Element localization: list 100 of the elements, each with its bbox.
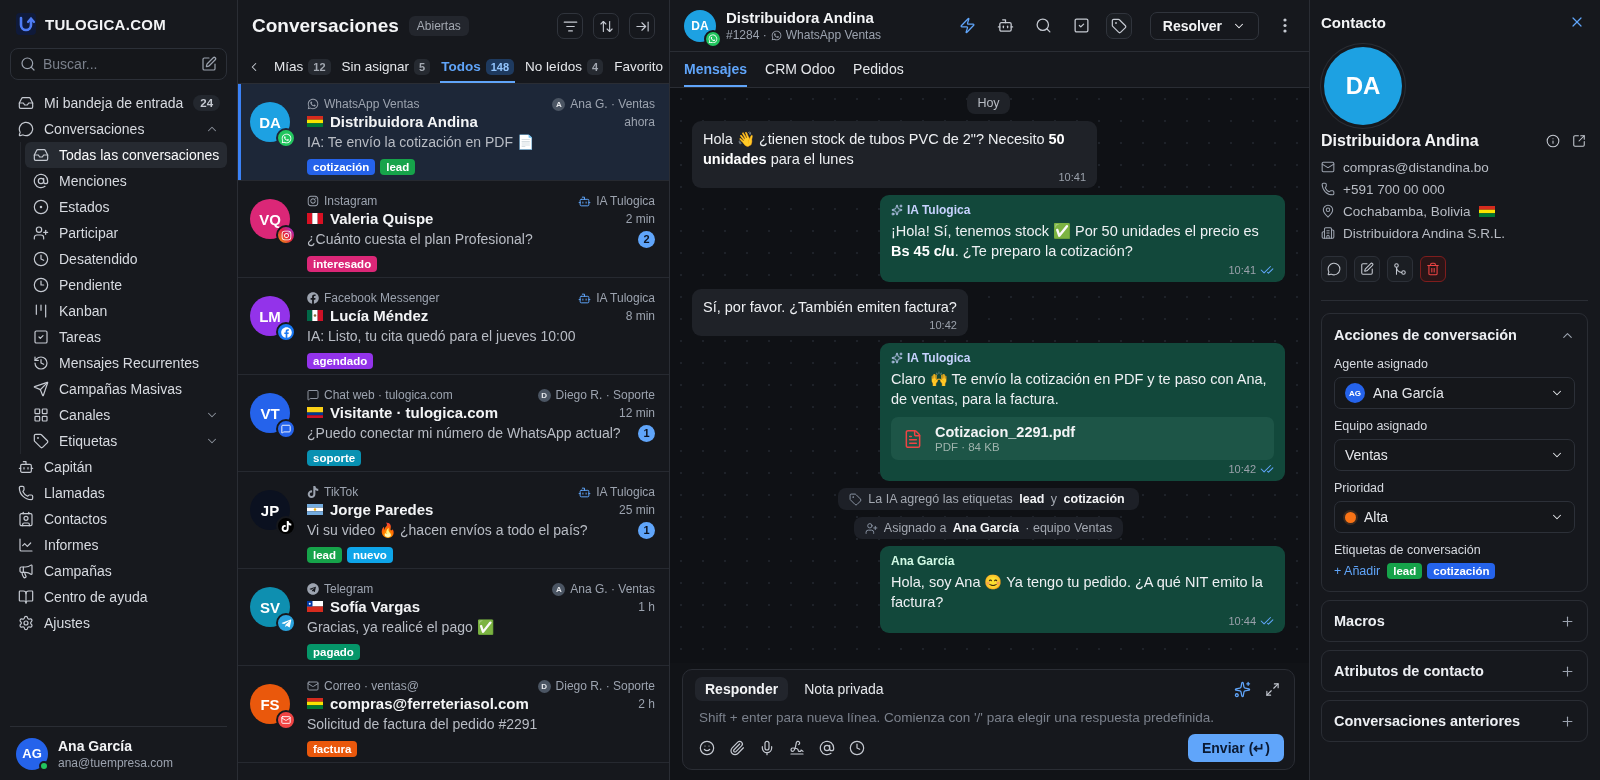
assignee-label: IA Tulogica (596, 485, 655, 499)
sidebar-item[interactable]: Estados (25, 194, 227, 220)
edit-button[interactable] (1354, 256, 1380, 282)
sort-button[interactable] (593, 13, 619, 39)
whatsapp-icon (307, 98, 319, 110)
mail-icon (1321, 160, 1335, 174)
filter-tab[interactable]: Sin asignar 5 (340, 52, 432, 83)
sidebar-item[interactable]: Llamadas (10, 480, 227, 506)
message-time: 10:42 (929, 319, 957, 331)
chat-tab[interactable]: CRM Odoo (765, 52, 836, 87)
sidebar-item[interactable]: Canales (25, 402, 227, 428)
channel-label: WhatsApp Ventas (324, 97, 420, 111)
chat-bubble-icon (307, 389, 319, 401)
conversation-title: Distribuidora Andina (726, 9, 875, 26)
inbox-icon (18, 95, 34, 111)
filter-tab[interactable]: Favorito (613, 52, 664, 83)
chat-bubble-icon (276, 419, 296, 439)
message-preview: ¿Cuánto cuesta el plan Profesional? (307, 231, 533, 247)
sidebar-item[interactable]: Desatendido (25, 246, 227, 272)
sidebar-item[interactable]: Kanban (25, 298, 227, 324)
composer-tab[interactable]: Nota privada (794, 677, 894, 701)
whatsapp-icon (276, 128, 296, 148)
open-external-button[interactable] (1570, 132, 1588, 150)
flag-icon (307, 601, 323, 612)
contact-name: Valeria Quispe (330, 210, 434, 227)
map-pin-icon (1321, 204, 1335, 218)
sidebar-item[interactable]: Tareas (25, 324, 227, 350)
search-field[interactable]: Buscar... (10, 48, 227, 80)
filter-button[interactable] (557, 13, 583, 39)
agent-avatar: D (537, 388, 551, 402)
send-button[interactable]: Enviar (↵) (1188, 734, 1284, 762)
conversation-item[interactable]: SV Telegram A Ana G. · Ventas Sofía Vargas 1 h Gracias, ya realicé el pago ✅ pagado (238, 569, 669, 666)
conversation-item[interactable]: LM Facebook Messenger IA Tulogica Lucía Méndez 8 min IA: Listo, tu cita quedó para el jueves 10:00 agendado (238, 278, 669, 375)
agent-avatar: A (552, 97, 566, 111)
whatsapp-icon (770, 29, 782, 41)
composer-tab[interactable]: Responder (695, 677, 789, 701)
contact-detail: Distribuidora Andina S.R.L. (1343, 225, 1506, 241)
conversation-item[interactable]: VQ Instagram IA Tulogica Valeria Quispe 2 min ¿Cuánto cuesta el plan Profesional? 2 interesado (238, 181, 669, 278)
message-preview: Solicitud de factura del pedido #2291 (307, 716, 538, 732)
robot-icon (578, 291, 592, 305)
info-button[interactable] (1544, 132, 1562, 150)
sidebar-item[interactable]: Campañas Masivas (25, 376, 227, 402)
message-time: 10:41 (1228, 264, 1256, 276)
sparkle-icon (891, 204, 903, 216)
user-avatar[interactable]: AG (16, 737, 48, 770)
delete-button[interactable] (1420, 256, 1446, 282)
section-header[interactable]: Conversaciones anteriores (1334, 701, 1575, 741)
conversation-item[interactable]: DA WhatsApp Ventas A Ana G. · Ventas Distribuidora Andina ahora IA: Te envío la cotización en PDF 📄 cotización lead (238, 84, 669, 181)
sidebar-item[interactable]: Capitán (10, 454, 227, 480)
sidebar-item[interactable]: Contactos (10, 506, 227, 532)
conversation-item[interactable]: VT Chat web · tulogica.com D Diego R. · Soporte Visitante · tulogica.com 12 min ¿Puedo conectar mi número de WhatsApp actual? 1 soporte (238, 375, 669, 472)
sidebar-item[interactable]: Campañas (10, 558, 227, 584)
tag-icon (33, 433, 49, 449)
section-header[interactable]: Macros (1334, 601, 1575, 641)
paper-plane-icon (33, 381, 49, 397)
smiley-icon (699, 740, 715, 756)
priority-select[interactable]: Alta (1334, 501, 1575, 533)
status-filter[interactable]: Abiertas (408, 16, 469, 36)
sidebar-item[interactable]: Pendiente (25, 272, 227, 298)
tag-label: pagado (307, 644, 360, 660)
channel-label: Chat web · tulogica.com (324, 388, 453, 402)
sidebar-item[interactable]: Etiquetas (25, 428, 227, 454)
channel-label: Instagram (324, 194, 378, 208)
assignee-label: IA Tulogica (596, 194, 655, 208)
merge-button[interactable] (1387, 256, 1413, 282)
resolve-button[interactable]: Resolver (1149, 11, 1259, 40)
section-header[interactable]: Atributos de contacto (1334, 651, 1575, 691)
filter-tab[interactable]: Mías 12 (273, 52, 332, 83)
grid-icon (33, 407, 49, 423)
tag-label: cotización (307, 159, 376, 175)
sidebar-item[interactable]: Mi bandeja de entrada 24 (10, 90, 227, 116)
conversation-item[interactable]: FS Correo · ventas@ D Diego R. · Soporte compras@ferreteriasol.com 2 h Solicitud de factura del pedido #2291 factura (238, 666, 669, 763)
chat-tab[interactable]: Pedidos (853, 52, 904, 87)
sidebar-item[interactable]: Ajustes (10, 610, 227, 636)
add-tag-link[interactable]: + Añadir (1334, 564, 1381, 578)
settings-icon (18, 615, 34, 631)
message-time: 10:41 (1058, 171, 1086, 183)
sidebar-item[interactable]: Participar (25, 220, 227, 246)
telegram-icon (307, 583, 319, 595)
sidebar-item[interactable]: Mensajes Recurrentes (25, 350, 227, 376)
tag-label: nuevo (347, 547, 393, 563)
sidebar-item[interactable]: Conversaciones (10, 116, 227, 142)
message-input[interactable]: Shift + enter para nueva línea. Comienza con '/' para elegir una respuesta predefinida. (695, 706, 1284, 729)
team-select[interactable]: Ventas (1334, 439, 1575, 471)
sidebar-item[interactable]: Centro de ayuda (10, 584, 227, 610)
message-button[interactable] (1321, 256, 1347, 282)
filter-tab[interactable]: No leídos 4 (524, 52, 605, 83)
agent-select[interactable]: AG Ana García (1334, 377, 1575, 409)
file-attachment[interactable]: Cotizacion_2291.pdf PDF · 84 KB (891, 417, 1274, 460)
user-name: Ana García (58, 737, 133, 754)
sidebar-item[interactable]: Todas las conversaciones (25, 142, 227, 168)
collapse-button[interactable] (629, 13, 655, 39)
channel-label: TikTok (324, 485, 359, 499)
conversation-item[interactable]: JP TikTok IA Tulogica Jorge Paredes 25 min Vi su video 🔥 ¿hacen envíos a todo el país? 1 lead nuevo (238, 472, 669, 569)
tag-button[interactable] (1105, 12, 1132, 39)
sidebar-item[interactable]: Informes (10, 532, 227, 558)
section-header[interactable]: Acciones de conversación (1334, 323, 1575, 347)
user-email: ana@tuempresa.com (58, 755, 173, 770)
sidebar-item[interactable]: Menciones (25, 168, 227, 194)
chat-bubble-icon (1327, 262, 1341, 276)
